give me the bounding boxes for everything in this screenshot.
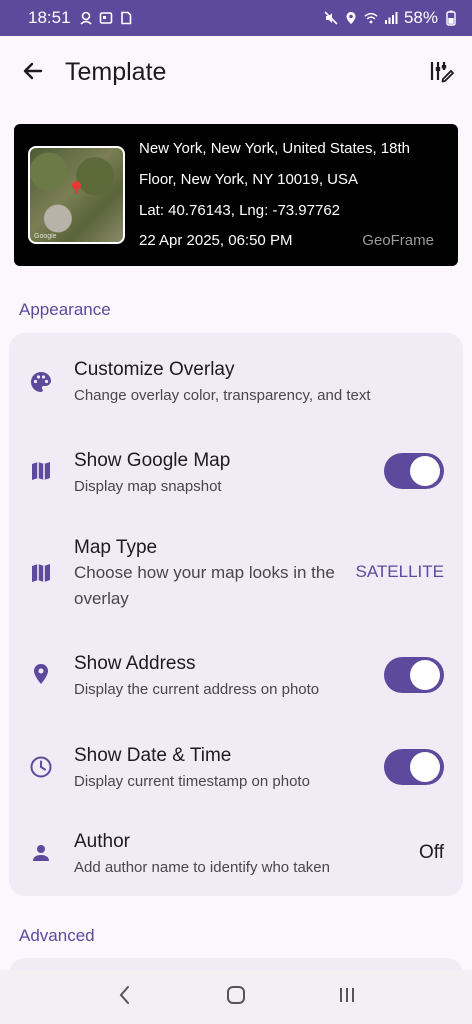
preview-coordinates: Lat: 40.76143, Lng: -73.97762 bbox=[139, 202, 341, 219]
nav-home-button[interactable] bbox=[216, 977, 256, 1017]
show-address-toggle[interactable] bbox=[384, 657, 444, 693]
show-google-map-subtitle: Display map snapshot bbox=[74, 478, 222, 495]
signal-icon bbox=[384, 11, 398, 25]
map-type-title: Map Type bbox=[74, 537, 158, 558]
chevron-left-icon bbox=[117, 985, 133, 1010]
map-snapshot: Google bbox=[28, 146, 125, 244]
status-bar: 18:51 58% bbox=[0, 0, 472, 36]
overlay-preview[interactable]: Google New York, New York, United States… bbox=[14, 124, 458, 266]
setting-show-date-time[interactable]: Show Date & Time Display current timesta… bbox=[9, 725, 463, 815]
setting-author[interactable]: Author Add author name to identify who t… bbox=[9, 817, 463, 896]
location-pin-icon bbox=[29, 662, 53, 686]
app-bar: Template bbox=[0, 36, 472, 110]
battery-icon bbox=[444, 10, 458, 26]
map-icon bbox=[29, 459, 53, 483]
sim-icon bbox=[119, 11, 133, 25]
map-type-subtitle-line1: Choose how your map looks in the bbox=[74, 563, 335, 582]
location-id-icon bbox=[79, 11, 93, 25]
show-date-time-title: Show Date & Time bbox=[74, 745, 232, 766]
tune-icon bbox=[428, 58, 454, 89]
arrow-back-icon bbox=[21, 59, 45, 88]
back-button[interactable] bbox=[18, 58, 48, 88]
customize-overlay-title: Customize Overlay bbox=[74, 359, 235, 380]
map-icon bbox=[29, 561, 53, 585]
battery-percent: 58% bbox=[403, 8, 438, 27]
wifi-icon bbox=[364, 11, 378, 25]
palette-icon bbox=[29, 370, 53, 394]
show-date-time-toggle[interactable] bbox=[384, 749, 444, 785]
customize-overlay-subtitle: Change overlay color, transparency, and … bbox=[74, 387, 371, 404]
person-icon bbox=[29, 841, 53, 865]
show-google-map-title: Show Google Map bbox=[74, 450, 231, 471]
mute-icon bbox=[324, 11, 338, 25]
section-header-advanced: Advanced bbox=[19, 926, 95, 945]
author-title: Author bbox=[74, 831, 130, 852]
show-date-time-subtitle: Display current timestamp on photo bbox=[74, 773, 310, 790]
preview-brand: GeoFrame bbox=[362, 232, 434, 249]
system-nav-bar bbox=[0, 970, 472, 1024]
status-time: 18:51 bbox=[28, 8, 71, 27]
show-google-map-toggle[interactable] bbox=[384, 453, 444, 489]
preview-address-line2: Floor, New York, NY 10019, USA bbox=[139, 171, 359, 188]
map-credit: Google bbox=[34, 233, 57, 240]
preview-address-line1: New York, New York, United States, 18th bbox=[139, 140, 410, 157]
news-icon bbox=[99, 11, 113, 25]
preview-datetime: 22 Apr 2025, 06:50 PM bbox=[139, 232, 293, 249]
template-options-button[interactable] bbox=[426, 58, 456, 88]
location-icon bbox=[344, 11, 358, 25]
section-header-appearance: Appearance bbox=[19, 300, 111, 319]
setting-map-type[interactable]: Map Type Choose how your map looks in th… bbox=[9, 523, 463, 623]
setting-show-address[interactable]: Show Address Display the current address… bbox=[9, 631, 463, 721]
setting-show-google-map[interactable]: Show Google Map Display map snapshot bbox=[9, 425, 463, 515]
home-icon bbox=[225, 984, 247, 1011]
author-subtitle: Add author name to identify who taken bbox=[74, 859, 330, 876]
page-title: Template bbox=[65, 58, 167, 86]
nav-back-button[interactable] bbox=[105, 977, 145, 1017]
author-value: Off bbox=[419, 842, 444, 863]
recents-icon bbox=[336, 985, 358, 1010]
clock-icon bbox=[29, 755, 53, 779]
nav-recents-button[interactable] bbox=[327, 977, 367, 1017]
appearance-card: Customize Overlay Change overlay color, … bbox=[9, 333, 463, 896]
show-address-subtitle: Display the current address on photo bbox=[74, 681, 320, 698]
setting-customize-overlay[interactable]: Customize Overlay Change overlay color, … bbox=[9, 333, 463, 417]
map-type-value[interactable]: SATELLITE bbox=[356, 562, 445, 582]
map-type-subtitle-line2: overlay bbox=[74, 589, 129, 608]
show-address-title: Show Address bbox=[74, 653, 196, 674]
